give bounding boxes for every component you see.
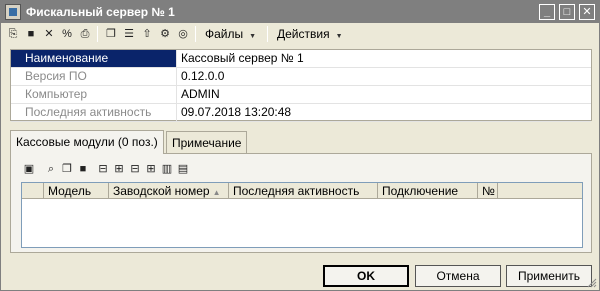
move-row-icon[interactable]: ⊟ [127,161,143,177]
maximize-button[interactable]: □ [559,4,575,20]
save-icon[interactable]: ■ [75,161,91,177]
files-menu-label: Файлы [205,27,244,41]
title-bar: Фискальный сервер № 1 _ □ ✕ [1,1,599,23]
property-label: Последняя активность [11,104,177,121]
save-new-icon[interactable]: ⎘ [5,26,21,42]
apply-button[interactable]: Применить [506,265,592,287]
property-row[interactable]: Последняя активность 09.07.2018 13:20:48 [11,104,591,122]
print-icon[interactable]: ⎙ [77,26,93,42]
column-header[interactable]: Модель [44,183,109,199]
help-icon[interactable]: ◎ [175,26,191,42]
property-label: Версия ПО [11,68,177,85]
cancel-button[interactable]: Отмена [415,265,501,287]
actions-menu-label: Действия [277,27,330,41]
table-header: Модель Заводской номер ▲ Последняя активн… [22,183,582,199]
save-icon[interactable]: ■ [23,26,39,42]
column-header[interactable]: Подключение [378,183,478,199]
chevron-down-icon: ▼ [249,33,257,40]
row-marker-column [22,183,44,199]
property-value[interactable]: 0.12.0.0 [181,68,224,85]
resize-grip-icon[interactable] [587,278,597,288]
property-value[interactable]: ADMIN [181,86,220,103]
property-row[interactable]: Наименование Кассовый сервер № 1 [11,50,591,68]
percent-icon[interactable]: % [59,26,75,42]
property-label: Компьютер [11,86,177,103]
find-icon[interactable]: ⌕ [43,161,59,177]
edit-icon[interactable]: ▣ [21,161,37,177]
property-row[interactable]: Компьютер ADMIN [11,86,591,104]
tab-notes[interactable]: Примечание [166,131,248,153]
property-label: Наименование [11,50,177,67]
ok-button[interactable]: OK [323,265,409,287]
list-icon[interactable]: ☰ [121,26,137,42]
toolbar-separator [195,26,196,42]
close-button[interactable]: ✕ [579,4,595,20]
delete-icon[interactable]: ✕ [41,26,57,42]
filter-icon[interactable]: ⇧ [139,26,155,42]
columns-icon[interactable]: ▥ [159,161,175,177]
app-icon [5,4,21,20]
tab-modules[interactable]: Кассовые модули (0 поз.) [10,130,164,154]
sort-ascending-icon: ▲ [212,188,221,197]
files-menu[interactable]: Файлы ▼ [205,26,256,42]
window-title: Фискальный сервер № 1 [26,5,175,19]
properties-grid: Наименование Кассовый сервер № 1 Версия … [10,49,592,122]
insert-row-icon[interactable]: ⊞ [111,161,127,177]
toolbar: ⎘ ■ ✕ % ⎙ ❐ ☰ ⇧ ⚙ ◎ Файлы ▼ Действия ▼ [5,23,597,45]
dialog-window: Фискальный сервер № 1 _ □ ✕ ⎘ ■ ✕ % ⎙ ❐ … [0,0,600,291]
property-value[interactable]: Кассовый сервер № 1 [181,50,304,67]
column-header-label: Заводской номер [113,184,210,198]
property-row[interactable]: Версия ПО 0.12.0.0 [11,68,591,86]
copy-icon[interactable]: ❐ [59,161,75,177]
column-header[interactable]: Заводской номер ▲ [109,183,229,199]
minimize-button[interactable]: _ [539,4,555,20]
copy-icon[interactable]: ❐ [103,26,119,42]
toolbar-separator [267,26,268,42]
property-value[interactable]: 09.07.2018 13:20:48 [181,104,291,121]
add-row-icon[interactable]: ⊟ [95,161,111,177]
tab-panel-modules: ▣ ⌕ ❐ ■ ⊟ ⊞ ⊟ ⊞ ▥ ▤ Модель Заводской ном… [10,153,592,253]
column-header[interactable]: Последняя активность [229,183,378,199]
actions-menu[interactable]: Действия ▼ [277,26,343,42]
settings-icon[interactable]: ⚙ [157,26,173,42]
modules-table[interactable]: Модель Заводской номер ▲ Последняя активн… [21,182,583,248]
column-header[interactable]: № [478,183,498,199]
toolbar-separator [97,26,98,42]
group-icon[interactable]: ⊞ [143,161,159,177]
chevron-down-icon: ▼ [335,33,343,40]
layout-icon[interactable]: ▤ [175,161,191,177]
